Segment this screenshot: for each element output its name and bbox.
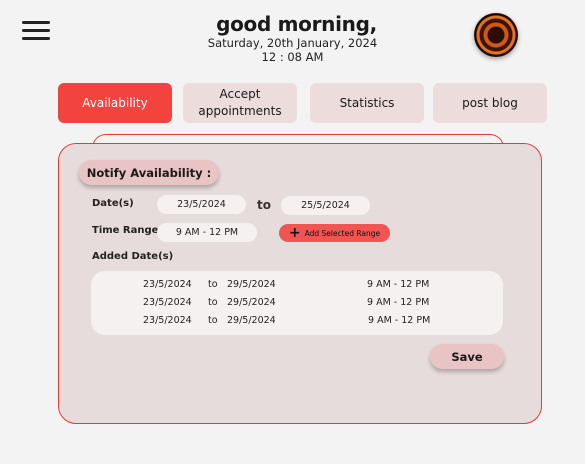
added-date-row: 23/5/2024 to 29/5/2024 9 AM - 12 PM bbox=[91, 315, 503, 333]
tab-label: Accept appointments bbox=[198, 87, 282, 118]
notify-availability-heading: Notify Availability : bbox=[79, 160, 219, 185]
added-date-row: 23/5/2024 to 29/5/2024 9 AM - 12 PM bbox=[91, 297, 503, 315]
tab-label: post blog bbox=[462, 95, 518, 110]
row-time: 9 AM - 12 PM bbox=[367, 297, 430, 308]
tab-statistics[interactable]: Statistics bbox=[310, 83, 424, 123]
row-from: 23/5/2024 bbox=[143, 315, 192, 326]
row-from: 23/5/2024 bbox=[143, 297, 192, 308]
dates-label: Date(s) bbox=[92, 198, 134, 209]
row-time: 9 AM - 12 PM bbox=[367, 279, 430, 290]
row-from: 23/5/2024 bbox=[143, 279, 192, 290]
add-range-label: Add Selected Range bbox=[304, 228, 381, 238]
tab-label: Availability bbox=[82, 95, 148, 110]
row-to-word: to bbox=[208, 297, 218, 308]
save-button[interactable]: Save bbox=[430, 344, 504, 369]
time-range-select[interactable]: 9 AM - 12 PM bbox=[157, 223, 257, 242]
plus-icon: + bbox=[288, 224, 301, 241]
tab-accept-appointments[interactable]: Accept appointments bbox=[183, 83, 297, 123]
date-to-input[interactable]: 25/5/2024 bbox=[281, 196, 370, 215]
tab-label: Statistics bbox=[339, 95, 395, 110]
profile-avatar[interactable] bbox=[474, 13, 518, 57]
row-to-word: to bbox=[208, 315, 218, 326]
date-from-input[interactable]: 23/5/2024 bbox=[157, 195, 246, 214]
tab-post-blog[interactable]: post blog bbox=[433, 83, 547, 123]
tab-availability[interactable]: Availability bbox=[58, 83, 172, 123]
row-to: 29/5/2024 bbox=[227, 279, 276, 290]
row-to-word: to bbox=[208, 279, 218, 290]
time-range-label: Time Range bbox=[92, 225, 159, 236]
date-to-separator: to bbox=[257, 198, 271, 212]
row-time: 9 AM - 12 PM bbox=[368, 315, 431, 326]
row-to: 29/5/2024 bbox=[227, 297, 276, 308]
add-selected-range-button[interactable]: + Add Selected Range bbox=[279, 224, 390, 242]
row-to: 29/5/2024 bbox=[227, 315, 276, 326]
added-date-row: 23/5/2024 to 29/5/2024 9 AM - 12 PM bbox=[91, 279, 503, 297]
added-dates-list: 23/5/2024 to 29/5/2024 9 AM - 12 PM 23/5… bbox=[91, 271, 503, 335]
added-dates-label: Added Date(s) bbox=[92, 251, 174, 262]
